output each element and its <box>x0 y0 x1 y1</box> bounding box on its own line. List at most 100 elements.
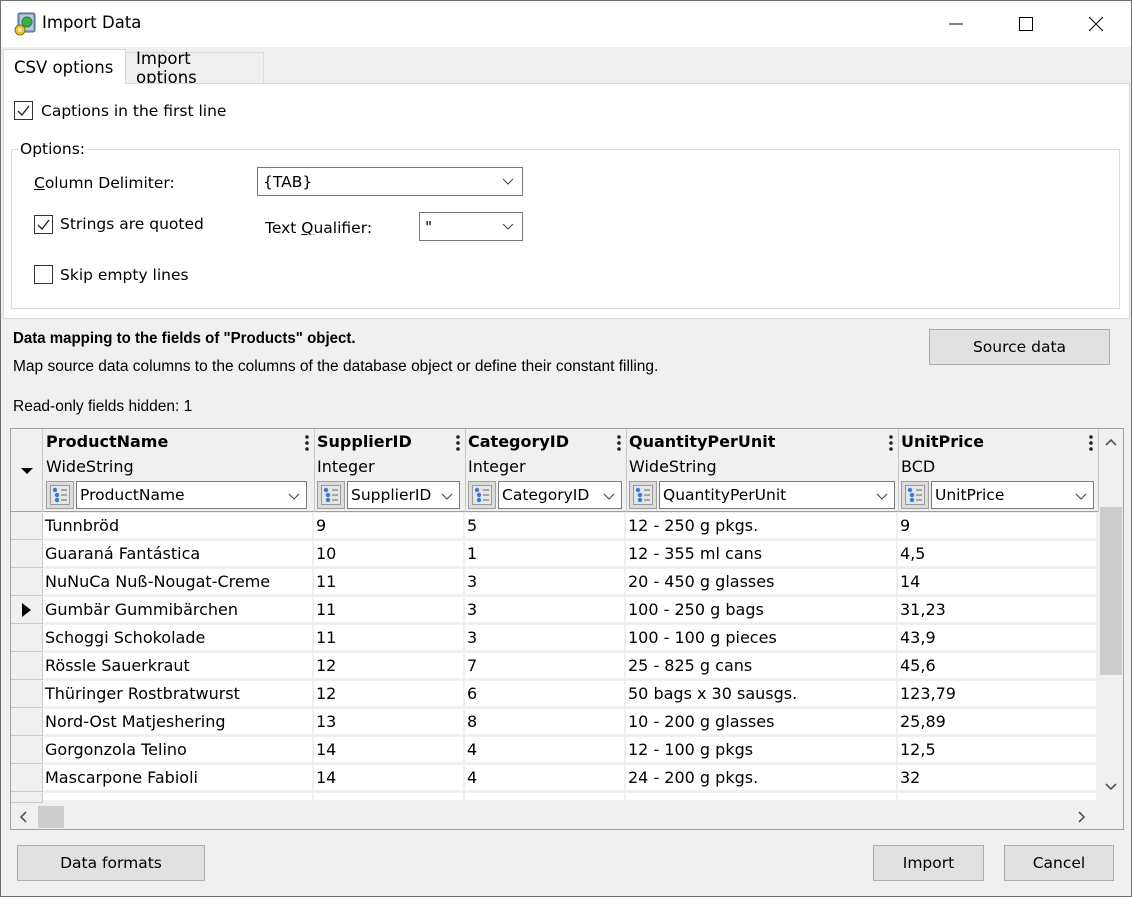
table-cell[interactable]: 8 <box>465 709 627 737</box>
table-cell[interactable]: 10 <box>314 541 466 569</box>
table-row[interactable]: Rössle Sauerkraut 12 7 25 - 825 g cans 45,6 <box>11 653 1099 681</box>
table-cell[interactable]: Mascarpone Fabioli <box>43 765 315 793</box>
table-cell[interactable]: 50 bags x 30 sausgs. <box>626 681 899 709</box>
field-mapping-button[interactable] <box>901 481 929 509</box>
table-cell[interactable]: 13 <box>314 709 466 737</box>
text-qualifier-select[interactable]: " <box>419 212 523 241</box>
table-cell[interactable]: Thüringer Rostbratwurst <box>43 681 315 709</box>
table-cell[interactable]: 3 <box>465 569 627 597</box>
scroll-up-icon[interactable] <box>1105 437 1117 447</box>
column-header[interactable]: ProductName WideString ProductName <box>44 429 315 512</box>
table-cell[interactable]: 3 <box>465 597 627 625</box>
table-cell[interactable]: 31,23 <box>898 597 1099 625</box>
source-data-button[interactable]: Source data <box>929 329 1110 365</box>
column-menu-icon[interactable] <box>455 434 461 452</box>
scroll-right-icon[interactable] <box>1077 811 1087 823</box>
row-indicator[interactable] <box>11 653 43 680</box>
table-cell[interactable]: 25,89 <box>898 709 1099 737</box>
minimize-button[interactable] <box>921 1 991 47</box>
column-menu-icon[interactable] <box>616 434 622 452</box>
table-cell[interactable]: 100 - 250 g bags <box>626 597 899 625</box>
close-button[interactable] <box>1061 1 1131 47</box>
field-mapping-button[interactable] <box>46 481 74 509</box>
scroll-left-icon[interactable] <box>18 811 28 823</box>
horizontal-scrollbar[interactable] <box>11 805 1123 829</box>
mapped-field-select[interactable]: SupplierID <box>347 481 460 509</box>
table-cell[interactable]: Tunnbröd <box>43 513 315 541</box>
row-indicator[interactable] <box>11 541 43 568</box>
table-cell[interactable]: 14 <box>314 737 466 765</box>
table-cell[interactable]: 14 <box>898 569 1099 597</box>
column-header[interactable]: CategoryID Integer CategoryID <box>466 429 627 512</box>
table-row[interactable]: NuNuCa Nuß-Nougat-Creme 11 3 20 - 450 g gla… <box>11 569 1099 597</box>
table-cell[interactable]: Rössle Sauerkraut <box>43 653 315 681</box>
tab-import-options[interactable]: Import options <box>125 49 264 87</box>
table-cell[interactable]: 7 <box>465 653 627 681</box>
row-indicator[interactable] <box>11 569 43 596</box>
table-cell[interactable]: 11 <box>314 625 466 653</box>
table-cell[interactable]: 12 <box>314 681 466 709</box>
table-cell[interactable]: 24 - 200 g pkgs. <box>626 765 899 793</box>
captions-first-line-checkbox[interactable] <box>14 101 33 120</box>
import-button[interactable]: Import <box>873 845 984 881</box>
header-indicator[interactable] <box>11 429 43 512</box>
scroll-down-icon[interactable] <box>1105 782 1117 792</box>
cancel-button[interactable]: Cancel <box>1004 845 1114 881</box>
table-cell[interactable]: 1 <box>465 541 627 569</box>
table-cell[interactable]: Gorgonzola Telino <box>43 737 315 765</box>
column-delimiter-select[interactable]: {TAB} <box>257 167 523 196</box>
table-cell[interactable]: 4 <box>465 737 627 765</box>
table-cell[interactable]: 10 - 200 g glasses <box>626 709 899 737</box>
table-cell[interactable]: 43,9 <box>898 625 1099 653</box>
table-cell[interactable]: 12 - 250 g pkgs. <box>626 513 899 541</box>
table-cell[interactable]: 4,5 <box>898 541 1099 569</box>
table-row[interactable]: Tunnbröd 9 5 12 - 250 g pkgs. 9 <box>11 513 1099 541</box>
table-cell[interactable]: 9 <box>898 513 1099 541</box>
table-cell[interactable]: 11 <box>314 569 466 597</box>
tab-csv-options[interactable]: CSV options <box>3 49 126 84</box>
mapped-field-select[interactable]: ProductName <box>76 481 307 509</box>
row-indicator[interactable] <box>11 681 43 708</box>
row-indicator[interactable] <box>11 709 43 736</box>
table-cell[interactable]: Nord-Ost Matjeshering <box>43 709 315 737</box>
table-row[interactable]: Guaraná Fantástica 10 1 12 - 355 ml cans 4,5 <box>11 541 1099 569</box>
mapped-field-select[interactable]: UnitPrice <box>931 481 1094 509</box>
column-header[interactable]: UnitPrice BCD UnitPrice <box>899 429 1099 512</box>
table-cell[interactable]: 32 <box>898 765 1099 793</box>
table-cell[interactable]: Schoggi Schokolade <box>43 625 315 653</box>
table-cell[interactable]: NuNuCa Nuß-Nougat-Creme <box>43 569 315 597</box>
horizontal-scroll-thumb[interactable] <box>38 806 64 828</box>
table-row[interactable]: Nord-Ost Matjeshering 13 8 10 - 200 g glass… <box>11 709 1099 737</box>
column-menu-icon[interactable] <box>1088 434 1094 452</box>
table-cell[interactable]: 20 - 450 g glasses <box>626 569 899 597</box>
data-formats-button[interactable]: Data formats <box>17 845 205 881</box>
vertical-scrollbar[interactable] <box>1099 429 1123 806</box>
table-cell[interactable]: Guaraná Fantástica <box>43 541 315 569</box>
table-cell[interactable]: 45,6 <box>898 653 1099 681</box>
mapped-field-select[interactable]: QuantityPerUnit <box>659 481 895 509</box>
row-indicator[interactable] <box>11 737 43 764</box>
column-menu-icon[interactable] <box>304 434 310 452</box>
table-row[interactable]: Gumbär Gummibärchen 11 3 100 - 250 g bags 31… <box>11 597 1099 625</box>
skip-empty-lines-checkbox[interactable] <box>34 265 53 284</box>
table-cell[interactable]: 100 - 100 g pieces <box>626 625 899 653</box>
table-row[interactable]: Thüringer Rostbratwurst 12 6 50 bags x 30 s… <box>11 681 1099 709</box>
table-cell[interactable]: 9 <box>314 513 466 541</box>
table-row[interactable]: Schoggi Schokolade 11 3 100 - 100 g pieces 4… <box>11 625 1099 653</box>
field-mapping-button[interactable] <box>629 481 657 509</box>
table-cell[interactable]: 14 <box>314 765 466 793</box>
table-cell[interactable]: 3 <box>465 625 627 653</box>
table-cell[interactable]: 12,5 <box>898 737 1099 765</box>
column-menu-icon[interactable] <box>888 434 894 452</box>
row-indicator[interactable] <box>11 513 43 540</box>
row-indicator[interactable] <box>11 625 43 652</box>
column-header[interactable]: QuantityPerUnit WideString QuantityPerUnit <box>627 429 899 512</box>
table-cell[interactable]: 6 <box>465 681 627 709</box>
row-indicator[interactable] <box>11 765 43 792</box>
maximize-button[interactable] <box>991 1 1061 47</box>
table-cell[interactable]: 11 <box>314 597 466 625</box>
field-mapping-button[interactable] <box>317 481 345 509</box>
table-row[interactable]: Mascarpone Fabioli 14 4 24 - 200 g pkgs. 32 <box>11 765 1099 793</box>
vertical-scroll-thumb[interactable] <box>1100 507 1122 675</box>
field-mapping-button[interactable] <box>468 481 496 509</box>
